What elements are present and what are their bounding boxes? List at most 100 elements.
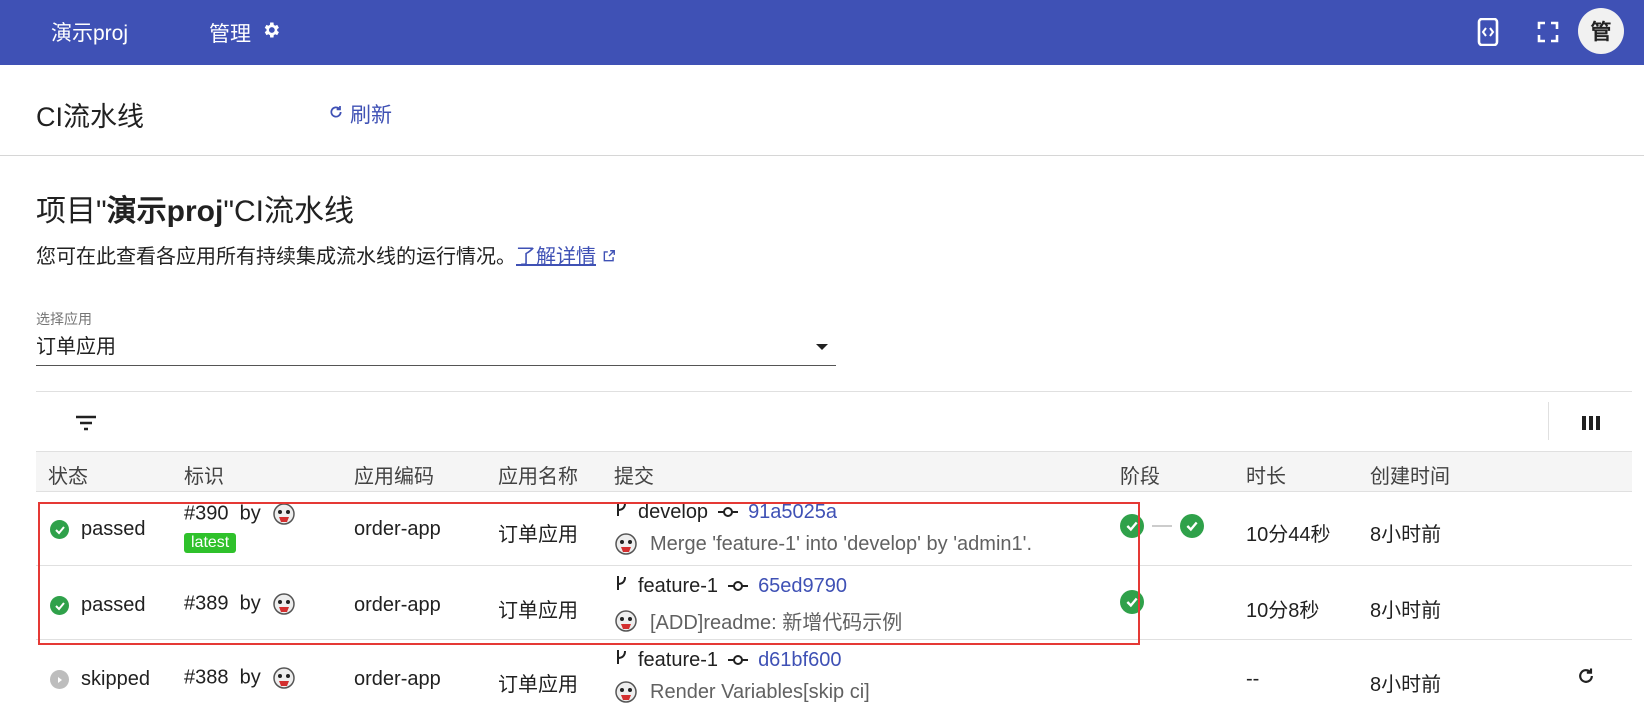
page-title: CI流水线 [36,102,144,132]
retry-icon[interactable] [1576,666,1596,692]
table-toolbar [36,391,1632,451]
app-name-cell: 订单应用 [498,524,578,546]
created-cell: 8小时前 [1370,600,1442,622]
stage-passed-icon[interactable] [1180,514,1204,538]
table-row[interactable]: passed #390 by latest order-app 订单应用 dev… [36,492,1632,566]
duration-cell: 10分8秒 [1246,600,1320,622]
col-app-code[interactable]: 应用编码 [354,460,434,489]
toolbar-divider [1548,402,1549,440]
author-avatar-icon [614,680,638,704]
learn-more-link[interactable]: 了解详情 [516,246,596,268]
app-code-cell: order-app [354,668,441,690]
status-text[interactable]: passed [81,594,146,617]
latest-badge: latest [184,533,237,553]
commit-cell: feature-1 65ed9790 [ADD]readme: 新增代码示例 [614,574,902,635]
duration-cell: -- [1246,668,1260,690]
stage-passed-icon[interactable] [1120,514,1144,538]
stage-cell [1120,514,1204,538]
created-cell: 8小时前 [1370,524,1442,546]
by-text: by [239,592,261,615]
pipeline-id[interactable]: #390 [184,502,229,524]
id-cell: #388 by [184,666,296,690]
pipeline-id[interactable]: #388 [184,666,229,688]
top-app-bar: 演示proj 管理 管 [0,0,1644,65]
app-select-value: 订单应用 [36,336,116,358]
user-avatar-icon [272,666,296,690]
table-header: 状态 标识 应用编码 应用名称 提交 阶段 时长 创建时间 [36,451,1632,492]
commit-icon [718,501,739,524]
author-avatar-icon [614,532,638,556]
commit-sha-link[interactable]: 91a5025a [748,501,837,524]
col-created[interactable]: 创建时间 [1370,460,1450,489]
filter-icon[interactable] [72,409,100,437]
heading-prefix: 项目" [36,195,107,228]
select-app-label: 选择应用 [36,311,92,327]
by-text: by [239,502,261,525]
duration-cell: 10分44秒 [1246,524,1331,546]
commit-sha-link[interactable]: d61bf600 [758,649,841,672]
branch-name[interactable]: feature-1 [638,649,718,672]
heading-suffix: "CI流水线 [223,195,354,228]
description-text: 您可在此查看各应用所有持续集成流水线的运行情况。 [36,246,516,268]
app-name-cell: 订单应用 [498,674,578,696]
status-cell: passed [50,594,146,617]
status-text[interactable]: passed [81,518,146,541]
branch-icon [614,574,628,598]
created-cell: 8小时前 [1370,674,1442,696]
col-stage[interactable]: 阶段 [1120,460,1160,489]
table-row[interactable]: skipped #388 by order-app 订单应用 feature-1… [36,640,1632,714]
branch-name[interactable]: feature-1 [638,575,718,598]
code-window-icon[interactable] [1470,14,1506,50]
user-avatar-icon [272,502,296,526]
commit-cell: develop 91a5025a Merge 'feature-1' into … [614,500,1032,556]
stage-cell [1120,590,1144,615]
skipped-icon [50,670,69,689]
col-app-name[interactable]: 应用名称 [498,460,578,489]
fullscreen-icon[interactable] [1530,14,1566,50]
commit-message: Render Variables[skip ci] [650,680,870,703]
app-select[interactable]: 订单应用 [36,330,836,366]
commit-message: [ADD]readme: 新增代码示例 [650,612,903,634]
by-text: by [239,666,261,689]
author-avatar-icon [614,609,638,633]
refresh-icon [328,102,344,126]
passed-icon [50,520,69,539]
sub-header: CI流水线 刷新 [0,65,1644,156]
heading-project: 演示proj [106,195,224,228]
columns-icon[interactable] [1578,410,1604,436]
status-cell: passed [50,518,146,541]
commit-icon [728,649,749,672]
manage-menu[interactable]: 管理 [209,18,281,48]
status-cell: skipped [50,668,150,691]
external-link-icon[interactable] [602,246,616,268]
manage-label: 管理 [209,23,251,46]
refresh-label: 刷新 [350,104,392,127]
branch-icon [614,648,628,672]
pipeline-id[interactable]: #389 [184,592,229,614]
commit-cell: feature-1 d61bf600 Render Variables[skip… [614,648,870,704]
project-switcher[interactable]: 演示proj [51,17,128,47]
commit-sha-link[interactable]: 65ed9790 [758,575,847,598]
user-avatar-icon [272,592,296,616]
col-commit[interactable]: 提交 [614,460,654,489]
table-row[interactable]: passed #389 by order-app 订单应用 feature-1 … [36,566,1632,640]
id-cell: #390 by latest [184,502,296,553]
passed-icon [50,596,69,615]
app-name-cell: 订单应用 [498,600,578,622]
page-heading: 项目"演示proj"CI流水线 [36,186,354,230]
status-text[interactable]: skipped [81,668,150,691]
page-description: 您可在此查看各应用所有持续集成流水线的运行情况。了解详情 [36,240,616,269]
dropdown-arrow-icon [816,344,828,350]
id-cell: #389 by [184,592,296,616]
stage-connector [1152,525,1172,527]
branch-name[interactable]: develop [638,501,708,524]
branch-icon [614,500,628,524]
app-code-cell: order-app [354,594,441,616]
col-id[interactable]: 标识 [184,460,224,489]
col-status[interactable]: 状态 [48,460,88,489]
col-duration[interactable]: 时长 [1246,460,1286,489]
refresh-button[interactable]: 刷新 [328,99,392,129]
user-avatar[interactable]: 管 [1578,8,1624,54]
stage-passed-icon[interactable] [1120,590,1144,614]
app-code-cell: order-app [354,518,441,540]
